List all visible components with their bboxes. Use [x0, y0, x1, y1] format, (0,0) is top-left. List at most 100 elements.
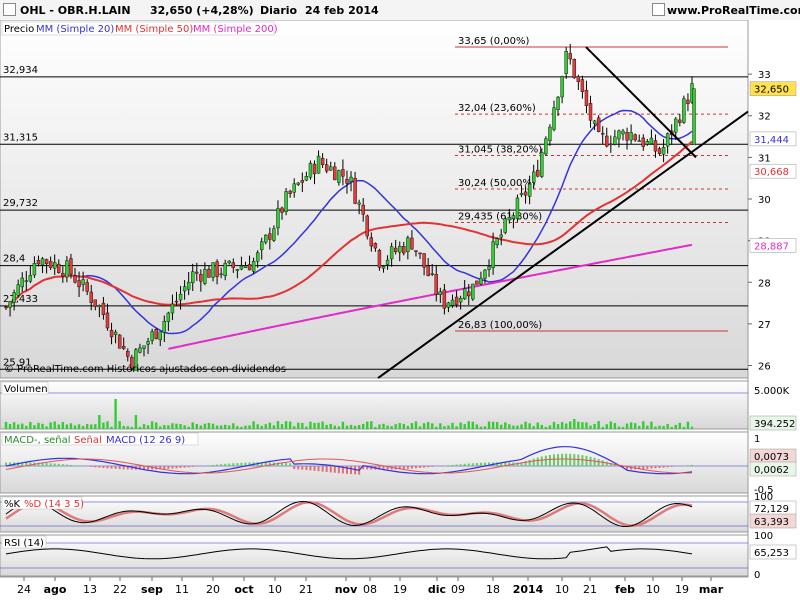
candle-body [8, 301, 12, 308]
macd-histogram-bar [61, 464, 64, 466]
volume-bar [341, 421, 345, 429]
candle-body [434, 274, 438, 295]
volume-bar [658, 425, 661, 429]
macd-histogram-bar [122, 466, 125, 470]
candle-body [264, 234, 268, 243]
volume-bar [130, 426, 134, 429]
macd-histogram-bar [179, 466, 182, 468]
macd-histogram-bar [301, 466, 304, 470]
volume-bar [61, 422, 65, 429]
volume-bar [585, 422, 588, 429]
macd-histogram-bar [333, 466, 336, 473]
candle-body [89, 291, 93, 303]
candle-body [426, 265, 430, 276]
x-tick-label: 2014 [513, 583, 544, 596]
volume-bar [406, 425, 410, 429]
volume-bar [642, 421, 645, 429]
candle-body [304, 176, 309, 181]
candle-body [499, 234, 503, 238]
volume-bar [106, 421, 109, 429]
candle-body [101, 302, 106, 315]
macd-histogram-bar [402, 466, 405, 470]
macd-histogram-bar [451, 464, 454, 466]
volume-bar [333, 425, 336, 429]
candle-body [81, 279, 85, 285]
candle-body [682, 98, 686, 123]
x-tick-label: 19 [393, 583, 407, 596]
macd-histogram-bar [406, 466, 409, 469]
candle-body [69, 258, 73, 275]
level-label: 31,315 [3, 132, 38, 143]
candle-body [446, 302, 451, 308]
candle-body [268, 233, 272, 240]
candle-body [195, 271, 199, 274]
macd-histogram-bar [106, 466, 109, 469]
volume-bar [260, 425, 263, 429]
volume-bar [49, 422, 52, 429]
menu-icon[interactable] [3, 3, 16, 16]
volume-title: Volumen [4, 384, 48, 395]
candle-body [410, 237, 414, 250]
macd-histogram-bar [536, 457, 539, 466]
volume-bar [374, 426, 377, 429]
macd-histogram-bar [49, 463, 52, 466]
volume-bar [629, 422, 633, 429]
volume-bar [491, 421, 495, 429]
candle-body [450, 299, 455, 306]
volume-bar [357, 425, 361, 429]
volume-bar [293, 426, 296, 429]
candle-body [495, 238, 499, 246]
macd-histogram-bar [45, 463, 48, 466]
volume-bar [532, 426, 535, 429]
volume-bar [625, 423, 629, 429]
candle-body [353, 178, 357, 204]
candle-body [85, 282, 89, 292]
volume-bar [183, 425, 186, 429]
volume-bar [21, 423, 24, 429]
volume-bar [69, 423, 73, 429]
volume-bar [573, 419, 576, 429]
macd-histogram-bar [557, 453, 560, 466]
candle-body [596, 117, 601, 132]
volume-bar [500, 424, 503, 429]
volume-bar [370, 421, 373, 429]
macd-tick: 1 [754, 434, 760, 445]
rsi-badge: 65,253 [754, 548, 789, 559]
candle-body [20, 277, 24, 288]
volume-bar [146, 425, 150, 429]
candle-body [170, 303, 175, 314]
volume-bar [508, 424, 511, 429]
volume-bar [451, 422, 454, 429]
candle-body [166, 312, 171, 322]
macd-histogram-bar [167, 466, 170, 469]
candle-body [251, 261, 256, 272]
volume-bar [402, 423, 405, 429]
volume-bar [45, 426, 48, 429]
candle-body [150, 331, 154, 341]
candle-body [174, 300, 179, 303]
volume-bar [617, 426, 621, 429]
volume-bar [426, 422, 430, 429]
candle-body [564, 51, 568, 74]
price-tick-label: 32 [758, 112, 771, 123]
volume-bar [337, 426, 341, 429]
volume-bar [410, 423, 414, 429]
volume-bar [272, 425, 276, 429]
macd-histogram-bar [293, 466, 296, 470]
macd-histogram-bar [98, 466, 101, 468]
candle-body [613, 136, 617, 145]
macd-histogram-bar [240, 462, 243, 466]
volume-bar [435, 426, 438, 429]
candle-body [288, 190, 292, 194]
level-label: 32,934 [3, 65, 38, 76]
volume-bar [309, 421, 312, 429]
volume-bar [666, 423, 669, 429]
candle-body [467, 291, 471, 297]
candle-body [600, 132, 605, 135]
macd-histogram-bar [53, 463, 56, 466]
volume-bar [81, 425, 85, 429]
settings-icon[interactable] [652, 3, 665, 16]
stoch-title-k: %K [4, 499, 21, 510]
volume-bar [670, 426, 673, 429]
volume-bar [171, 423, 174, 429]
